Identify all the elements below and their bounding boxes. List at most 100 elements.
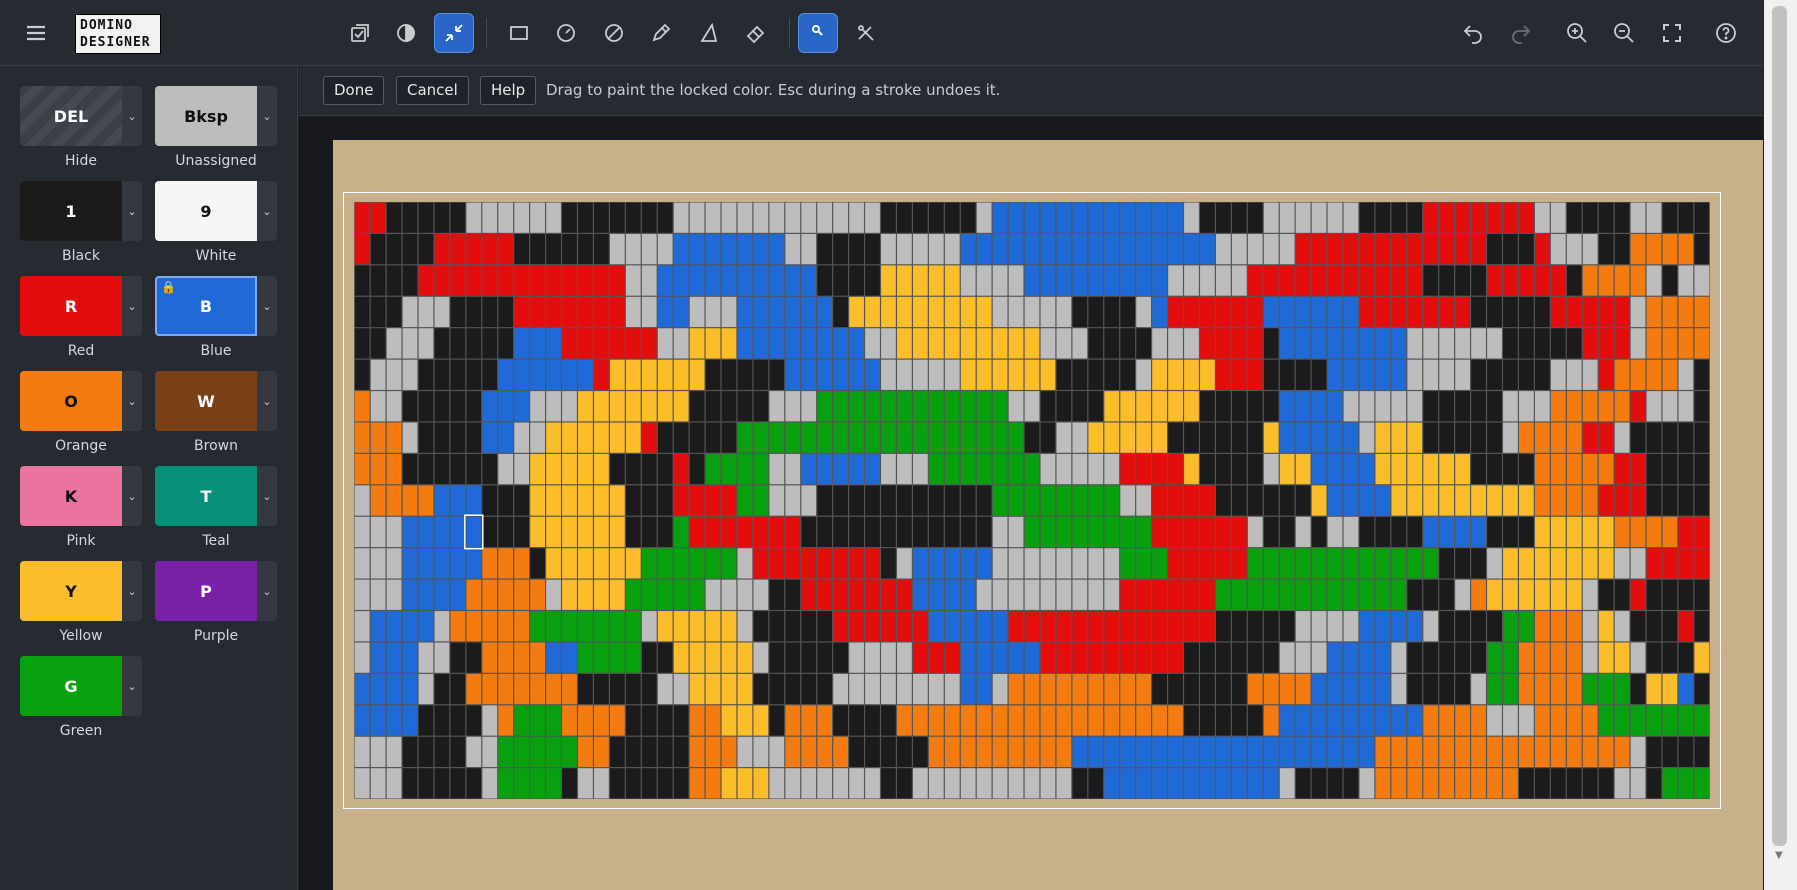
domino-cell[interactable] [1056, 548, 1072, 579]
domino-cell[interactable] [881, 768, 896, 799]
domino-cell[interactable] [1471, 233, 1486, 265]
domino-cell[interactable] [881, 516, 896, 548]
domino-cell[interactable] [1519, 328, 1534, 359]
domino-cell[interactable] [1088, 233, 1104, 265]
domino-cell[interactable] [912, 673, 928, 705]
domino-cell[interactable] [1311, 296, 1327, 328]
domino-cell[interactable] [1646, 548, 1662, 579]
domino-cell[interactable] [817, 359, 833, 390]
domino-cell[interactable] [976, 265, 992, 296]
domino-cell[interactable] [737, 296, 753, 328]
domino-cell[interactable] [1503, 548, 1518, 579]
domino-cell[interactable] [1375, 611, 1391, 642]
domino-cell[interactable] [1152, 233, 1167, 265]
domino-cell[interactable] [912, 328, 928, 359]
domino-cell[interactable] [1566, 673, 1582, 705]
domino-cell[interactable] [1056, 453, 1072, 485]
domino-cell[interactable] [912, 611, 928, 642]
domino-cell[interactable] [1614, 202, 1630, 233]
domino-cell[interactable] [912, 516, 928, 548]
domino-cell[interactable] [641, 328, 657, 359]
domino-cell[interactable] [1471, 202, 1486, 233]
domino-cell[interactable] [1662, 579, 1678, 610]
domino-cell[interactable] [737, 391, 753, 422]
domino-cell[interactable] [1439, 391, 1455, 422]
domino-cell[interactable] [530, 579, 545, 610]
domino-cell[interactable] [1694, 768, 1710, 799]
domino-cell[interactable] [498, 202, 514, 233]
domino-cell[interactable] [992, 673, 1008, 705]
domino-cell[interactable] [450, 736, 466, 768]
domino-cell[interactable] [625, 328, 641, 359]
domino-cell[interactable] [897, 516, 912, 548]
domino-cell[interactable] [1152, 328, 1167, 359]
domino-cell[interactable] [1407, 548, 1423, 579]
domino-cell[interactable] [849, 642, 864, 673]
domino-cell[interactable] [737, 673, 753, 705]
domino-cell[interactable] [1104, 736, 1120, 768]
domino-cell[interactable] [1008, 642, 1024, 673]
domino-cell[interactable] [753, 768, 769, 799]
domino-cell[interactable] [721, 422, 737, 453]
domino-cell[interactable] [1120, 768, 1136, 799]
domino-cell[interactable] [1439, 548, 1455, 579]
domino-cell[interactable] [1471, 328, 1486, 359]
domino-cell[interactable] [498, 422, 514, 453]
domino-cell[interactable] [912, 736, 928, 768]
domino-cell[interactable] [1168, 328, 1183, 359]
domino-cell[interactable] [1327, 548, 1343, 579]
domino-cell[interactable] [753, 296, 769, 328]
domino-cell[interactable] [434, 705, 450, 736]
domino-cell[interactable] [737, 642, 753, 673]
domino-cell[interactable] [1311, 516, 1327, 548]
domino-cell[interactable] [546, 296, 561, 328]
domino-cell[interactable] [1120, 202, 1136, 233]
domino-cell[interactable] [1184, 736, 1199, 768]
domino-cell[interactable] [1279, 611, 1295, 642]
domino-cell[interactable] [960, 202, 976, 233]
domino-cell[interactable] [1630, 328, 1646, 359]
domino-cell[interactable] [1152, 516, 1167, 548]
domino-cell[interactable] [1487, 516, 1502, 548]
domino-cell[interactable] [418, 296, 434, 328]
domino-cell[interactable] [562, 736, 577, 768]
domino-cell[interactable] [386, 516, 402, 548]
domino-cell[interactable] [546, 391, 561, 422]
domino-cell[interactable] [1279, 233, 1295, 265]
domino-cell[interactable] [897, 359, 912, 390]
domino-cell[interactable] [1104, 642, 1120, 673]
domino-cell[interactable] [1072, 673, 1088, 705]
domino-cell[interactable] [1534, 391, 1550, 422]
domino-cell[interactable] [1120, 642, 1136, 673]
domino-cell[interactable] [609, 233, 625, 265]
domino-cell[interactable] [1104, 485, 1120, 516]
domino-cell[interactable] [609, 642, 625, 673]
domino-cell[interactable] [402, 485, 418, 516]
domino-cell[interactable] [1662, 328, 1678, 359]
domino-cell[interactable] [641, 673, 657, 705]
domino-cell[interactable] [1295, 548, 1311, 579]
domino-cell[interactable] [897, 611, 912, 642]
domino-cell[interactable] [418, 768, 434, 799]
domino-cell[interactable] [1136, 422, 1152, 453]
domino-cell[interactable] [833, 296, 848, 328]
domino-cell[interactable] [1120, 296, 1136, 328]
domino-cell[interactable] [1231, 359, 1247, 390]
domino-cell[interactable] [785, 233, 801, 265]
domino-cell[interactable] [482, 233, 498, 265]
domino-cell[interactable] [1407, 296, 1423, 328]
domino-cell[interactable] [1614, 768, 1630, 799]
domino-cell[interactable] [1423, 673, 1439, 705]
domino-cell[interactable] [673, 516, 689, 548]
domino-cell[interactable] [833, 579, 848, 610]
chevron-down-icon[interactable]: ⌄ [122, 656, 142, 716]
domino-cell[interactable] [1216, 328, 1231, 359]
domino-cell[interactable] [960, 611, 976, 642]
domino-cell[interactable] [833, 422, 848, 453]
domino-cell[interactable] [657, 768, 673, 799]
domino-cell[interactable] [817, 328, 833, 359]
domino-cell[interactable] [1550, 453, 1566, 485]
domino-cell[interactable] [881, 202, 896, 233]
domino-cell[interactable] [1487, 768, 1502, 799]
domino-cell[interactable] [498, 768, 514, 799]
